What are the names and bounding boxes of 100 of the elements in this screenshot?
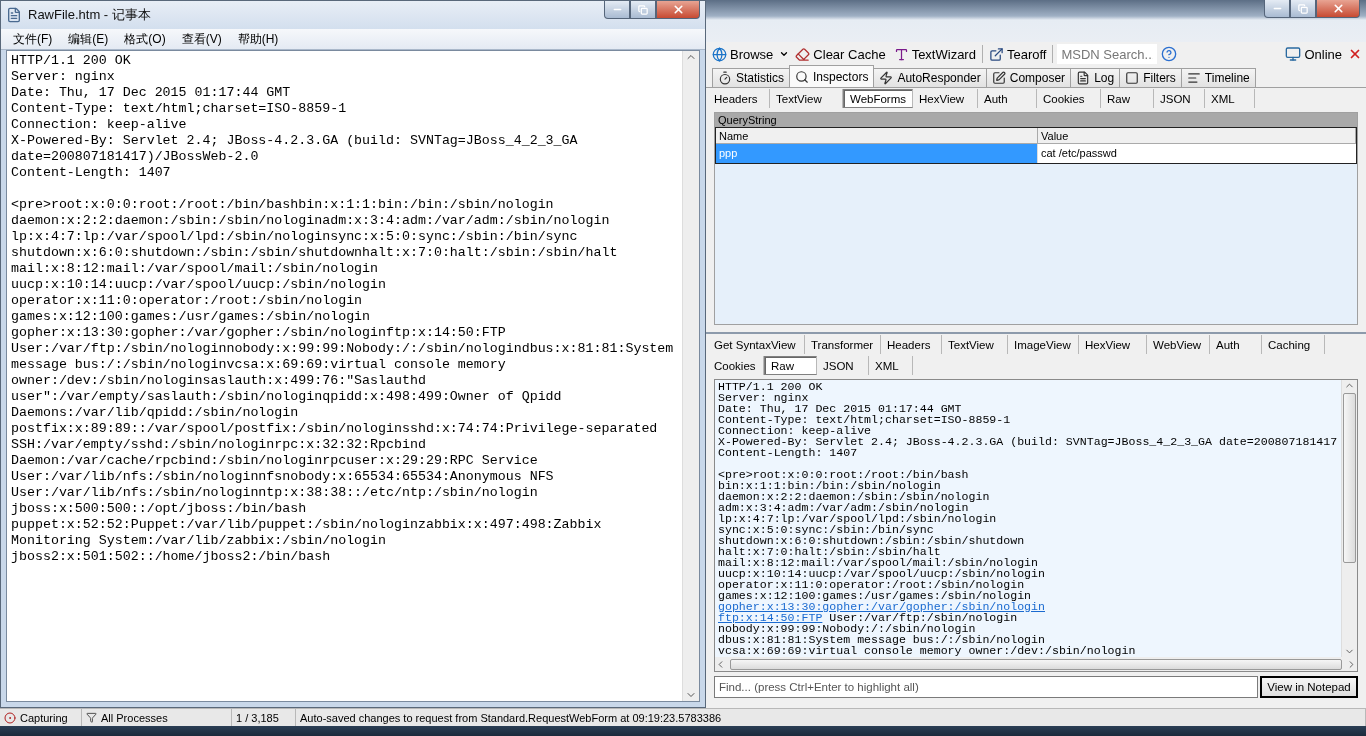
text-line: Daemons:/var/lib/qpidd:/sbin/nologin xyxy=(11,405,300,421)
tab[interactable]: Cookies xyxy=(1037,89,1101,108)
online-button[interactable]: Online xyxy=(1283,45,1344,63)
response-line: lp:x:4:7:lp:/var/spool/lpd:/sbin/nologin xyxy=(718,513,998,524)
scrollbar[interactable] xyxy=(682,51,699,701)
status-text: Auto-saved changes to request from Standard.RequestWebForm at 09:19:23.5783386 xyxy=(300,711,722,724)
text-line: daemon:x:2:2:daemon:/sbin:/sbin/nologinadm:x:3:4:adm:/var/adm:/sbin/nologin xyxy=(11,213,611,229)
minimize-button[interactable] xyxy=(1264,0,1290,18)
response-line: Date: Thu, 17 Dec 2015 01:17:44 GMT xyxy=(718,403,963,414)
tab[interactable]: TextView xyxy=(942,335,1008,354)
close-icon xyxy=(1348,47,1362,61)
tab[interactable]: XML xyxy=(869,356,913,375)
tab[interactable]: Headers xyxy=(881,335,942,354)
eraser-icon xyxy=(795,46,811,62)
table-cell-text: cat /etc/passwd xyxy=(1040,146,1118,161)
textwizard-button[interactable]: TextWizard xyxy=(891,45,978,63)
tab[interactable]: XML xyxy=(1205,89,1255,108)
tab[interactable]: Raw xyxy=(764,356,817,375)
tab[interactable]: Raw xyxy=(1101,89,1154,108)
window-icon xyxy=(988,46,1004,62)
menu-item[interactable]: 格式(O) xyxy=(116,30,174,48)
tab[interactable]: AutoResponder xyxy=(873,68,987,87)
text-line: postfix:x:89:89::/var/spool/postfix:/sbin/nologinsshd:x:74:74:Privilege-separated xyxy=(11,421,659,437)
response-line: Server: nginx xyxy=(718,392,810,403)
tab[interactable]: JSON xyxy=(817,356,869,375)
column-header[interactable]: Name xyxy=(716,128,1038,144)
window-title: RawFile.htm - 记事本 xyxy=(28,6,152,24)
link[interactable]: gopher:x:13:30:gopher:/var/gopher:/sbin/nologin xyxy=(718,601,1045,612)
text-line: SSH:/var/empty/sshd:/sbin/nologinrpc:x:32:32:Rpcbind xyxy=(11,437,427,453)
maximize-button[interactable] xyxy=(1290,0,1316,18)
menu-item[interactable]: 帮助(H) xyxy=(229,30,287,48)
tab[interactable]: Composer xyxy=(985,68,1072,87)
response-line: Content-Type: text/html;charset=ISO-8859-1 xyxy=(718,414,1012,425)
status-text[interactable]: Capturing xyxy=(20,711,68,724)
help-icon xyxy=(1161,46,1178,62)
magnifier-icon xyxy=(795,69,809,84)
tab[interactable]: Statistics xyxy=(712,68,790,87)
browse-button[interactable]: Browse xyxy=(710,45,776,63)
tab[interactable]: Filters xyxy=(1119,68,1182,87)
tab[interactable]: WebForms xyxy=(843,89,913,108)
tab[interactable]: Headers xyxy=(708,89,770,108)
menu-item[interactable]: 编辑(E) xyxy=(60,30,117,48)
tab[interactable]: Caching xyxy=(1262,335,1325,354)
text-line: User:/var/lib/nfs:/sbin/nologinntp:x:38:38::/etc/ntp:/sbin/nologin xyxy=(11,485,539,501)
response-line: nobody:x:99:99:Nobody:/:/sbin/nologin xyxy=(718,623,976,634)
response-line: <pre>root:x:0:0:root:/root:/bin/bash xyxy=(718,469,970,480)
close-button[interactable] xyxy=(1316,0,1360,18)
text-line: user":/var/empty/saslauth:/sbin/nologinqpidd:x:498:499:Owner of Qpidd xyxy=(11,389,563,405)
search-field[interactable]: MSDN Search... xyxy=(1057,44,1158,64)
link[interactable]: ftp:x:14:50:FTP xyxy=(718,612,823,623)
clear-cache-button[interactable]: Clear Cache xyxy=(793,45,888,63)
close-icon xyxy=(1331,2,1345,15)
menu-item[interactable]: 文件(F) xyxy=(5,30,61,48)
tab[interactable]: HexView xyxy=(1079,335,1147,354)
text-line: X-Powered-By: Servlet 2.4; JBoss-4.2.3.GA (build: SVNTag=JBoss_4_2_3_GA xyxy=(11,133,579,149)
text-line: shutdown:x:6:0:shutdown:/sbin:/sbin/shutdownhalt:x:7:0:halt:/sbin:/sbin/halt xyxy=(11,245,619,261)
globe-icon xyxy=(712,46,727,62)
maximize-button[interactable] xyxy=(630,1,656,19)
status-text[interactable]: All Processes xyxy=(101,711,168,724)
text-line: User:/var/lib/nfs:/sbin/nologinnfsnobody:x:65534:65534:Anonymous NFS xyxy=(11,469,555,485)
tab[interactable]: WebView xyxy=(1147,335,1210,354)
tab[interactable]: HexView xyxy=(913,89,978,108)
close-icon xyxy=(671,3,685,16)
menu-item[interactable]: 查看(V) xyxy=(173,30,230,48)
text-line: message bus:/:/sbin/nologinvcsa:x:69:69:virtual console memory xyxy=(11,357,507,373)
response-line: games:x:12:100:games:/usr/games:/sbin/nologin xyxy=(718,590,1033,601)
text-line: operator:x:11:0:operator:/root:/sbin/nologin xyxy=(11,293,364,309)
response-line: bin:x:1:1:bin:/bin:/sbin/nologin xyxy=(718,480,941,491)
tab[interactable]: Auth xyxy=(1210,335,1262,354)
tab[interactable]: Transformer xyxy=(805,335,881,354)
tab[interactable]: JSON xyxy=(1154,89,1205,108)
response-line: operator:x:11:0:operator:/root:/sbin/nologin xyxy=(718,579,1025,590)
text-line: jboss:x:500:500::/opt/jboss:/bin/bash xyxy=(11,501,308,517)
tab[interactable]: Inspectors xyxy=(789,65,875,87)
response-line: Content-Length: 1407 xyxy=(718,447,859,458)
response-line: X-Powered-By: Servlet 2.4; JBoss-4.2.3.GA (build: SVNTag=JBoss_4_2_3_GA date=200807181417 xyxy=(718,436,1338,447)
tab[interactable]: Timeline xyxy=(1180,68,1256,87)
scrollbar[interactable] xyxy=(1341,380,1357,657)
text-line: <pre>root:x:0:0:root:/root:/bin/bashbin:x:1:1:bin:/bin:/sbin/nologin xyxy=(11,197,555,213)
text-line: lp:x:4:7:lp:/var/spool/lpd:/sbin/nologinsync:x:5:0:sync:/sbin:/bin/sync xyxy=(11,229,579,245)
lightning-icon xyxy=(879,71,894,85)
find-field[interactable]: Find... (press Ctrl+Enter to highlight all) xyxy=(714,676,1258,698)
stopwatch-icon xyxy=(718,71,732,85)
checkbox-icon xyxy=(1125,71,1140,85)
tab[interactable]: Auth xyxy=(978,89,1037,108)
text-line: Server: nginx xyxy=(11,69,116,85)
tab[interactable]: Log xyxy=(1070,68,1121,87)
response-line: Connection: keep-alive xyxy=(718,425,872,436)
status-text: 1 / 3,185 xyxy=(236,711,279,724)
response-line: uucp:x:10:14:uucp:/var/spool/uucp:/sbin/nologin xyxy=(718,568,1046,579)
tab[interactable]: ImageView xyxy=(1008,335,1079,354)
column-header[interactable]: Value xyxy=(1038,128,1356,144)
close-button[interactable] xyxy=(656,1,700,19)
view-in-notepad-button[interactable]: View in Notepad xyxy=(1260,676,1358,698)
tab[interactable]: Get SyntaxView xyxy=(708,335,805,354)
tearoff-button[interactable]: Tearoff xyxy=(986,45,1049,63)
scrollbar[interactable] xyxy=(715,657,1357,671)
minimize-button[interactable] xyxy=(604,1,630,19)
text-line: Date: Thu, 17 Dec 2015 01:17:44 GMT xyxy=(11,85,292,101)
text-line: Connection: keep-alive xyxy=(11,117,188,133)
